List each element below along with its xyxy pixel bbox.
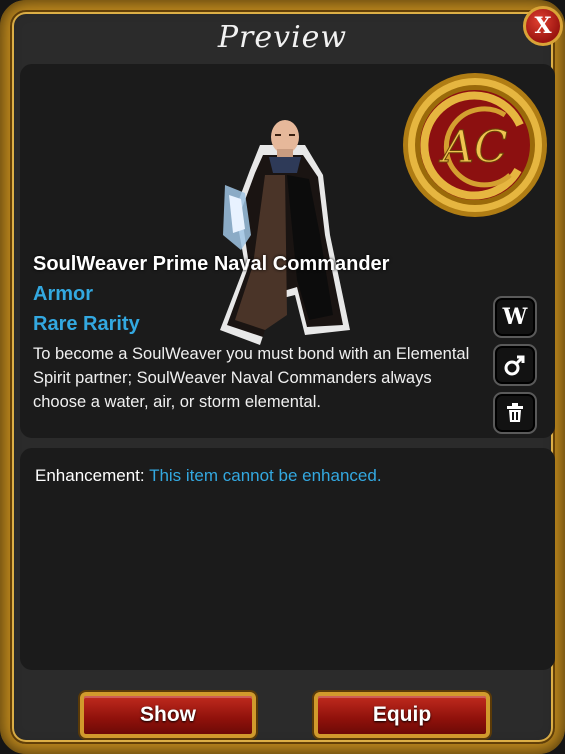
wiki-button[interactable]: W xyxy=(493,296,537,338)
enhancement-value: This item cannot be enhanced. xyxy=(149,466,382,485)
enhancement-label: Enhancement: xyxy=(35,466,145,485)
item-rarity: Rare Rarity xyxy=(33,313,140,335)
enhancement-line: Enhancement: This item cannot be enhance… xyxy=(35,466,382,486)
item-name: SoulWeaver Prime Naval Commander xyxy=(33,253,390,275)
item-description: To become a SoulWeaver you must bond wit… xyxy=(33,345,470,411)
show-button[interactable]: Show xyxy=(80,692,256,738)
wiki-icon: W xyxy=(502,304,528,330)
item-type: Armor xyxy=(33,283,94,305)
gender-toggle-button[interactable] xyxy=(493,344,537,386)
ac-emblem-logo: AC xyxy=(403,73,547,217)
close-button[interactable]: X xyxy=(523,6,563,46)
trash-icon xyxy=(507,403,523,422)
window-title: Preview xyxy=(217,20,348,55)
male-gender-icon xyxy=(504,355,525,376)
emblem-text: AC xyxy=(438,122,507,173)
delete-button[interactable] xyxy=(493,392,537,434)
equip-button[interactable]: Equip xyxy=(314,692,490,738)
character-sprite xyxy=(220,120,350,345)
